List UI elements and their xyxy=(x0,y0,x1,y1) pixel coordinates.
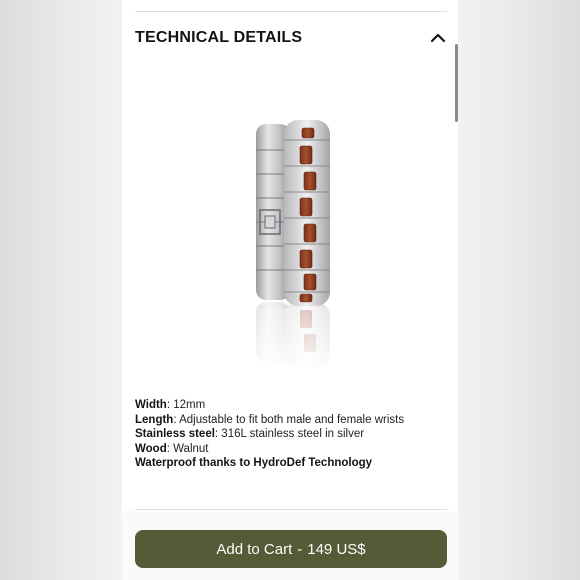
spec-key: Wood xyxy=(135,442,167,455)
chevron-up-icon[interactable] xyxy=(429,29,447,47)
backdrop-right xyxy=(458,0,580,580)
technical-specs: Width: 12mm Length: Adjustable to fit bo… xyxy=(135,398,447,471)
section-title: TECHNICAL DETAILS xyxy=(135,29,303,46)
scrollbar-thumb[interactable] xyxy=(455,44,458,122)
sticky-cart-bar: Add to Cart - 149 US$ xyxy=(122,516,458,580)
add-to-cart-label: Add to Cart xyxy=(216,540,293,558)
spec-key: Length xyxy=(135,413,174,426)
spec-value: : Adjustable to fit both male and female… xyxy=(173,413,405,426)
product-image xyxy=(232,110,352,380)
price-separator: - xyxy=(297,540,303,558)
spec-value: : 316L stainless steel in silver xyxy=(214,428,365,440)
bottom-divider xyxy=(135,509,447,510)
spec-waterproof: Waterproof thanks to HydroDef Technology xyxy=(135,457,373,469)
spec-value: : Walnut xyxy=(166,442,209,455)
spec-key: Stainless steel xyxy=(135,428,215,440)
spec-value: : 12mm xyxy=(166,399,206,411)
product-details-panel: TECHNICAL DETAILS Width: 12mm Length: Ad… xyxy=(122,0,458,580)
top-divider xyxy=(135,11,447,12)
spec-length: Length: Adjustable to fit both male and … xyxy=(135,413,447,428)
add-to-cart-button[interactable]: Add to Cart - 149 US$ xyxy=(135,530,447,568)
spec-stainless-steel: Stainless steel: 316L stainless steel in… xyxy=(135,427,447,442)
backdrop-left xyxy=(0,0,122,580)
spec-wood: Wood: Walnut xyxy=(135,442,447,457)
spec-key: Width xyxy=(135,399,167,411)
spec-width: Width: 12mm xyxy=(135,398,447,413)
technical-details-header[interactable]: TECHNICAL DETAILS xyxy=(135,24,447,52)
price: 149 US$ xyxy=(307,540,366,558)
